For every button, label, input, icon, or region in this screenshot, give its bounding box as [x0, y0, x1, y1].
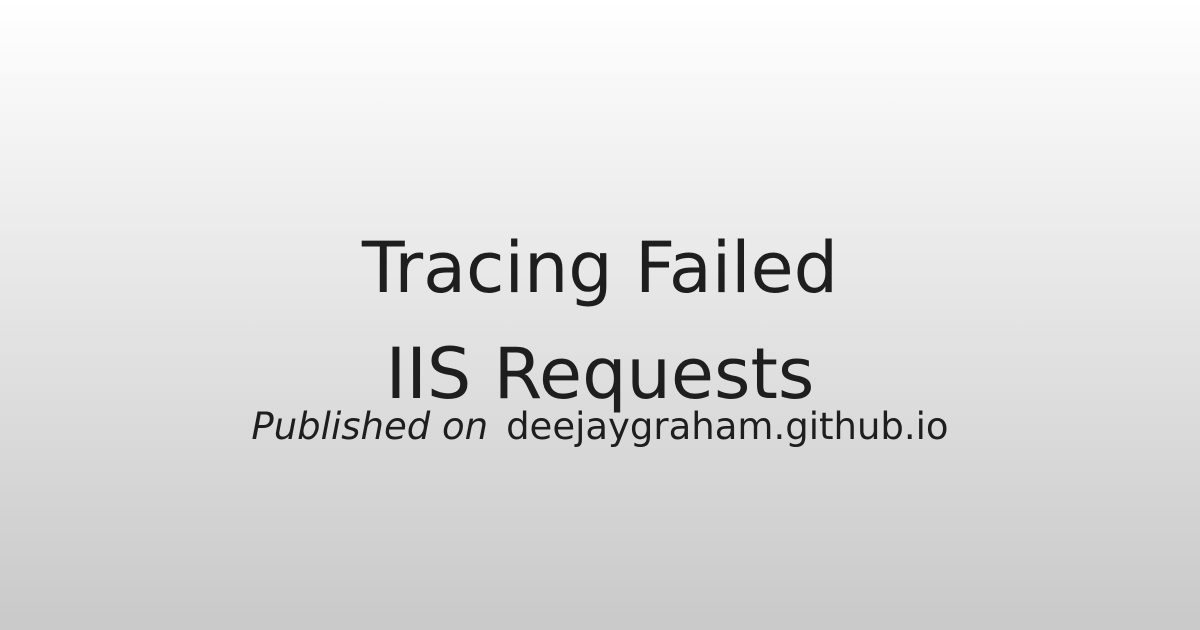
- page-title: Tracing Failed IIS Requests: [0, 215, 1200, 427]
- byline: Published on deejaygraham.github.io: [0, 402, 1200, 452]
- social-card: Tracing Failed IIS Requests Published on…: [0, 0, 1200, 630]
- byline-site: deejaygraham.github.io: [506, 405, 949, 448]
- title-line-1: Tracing Failed: [361, 226, 839, 309]
- byline-prefix: Published on: [251, 405, 489, 448]
